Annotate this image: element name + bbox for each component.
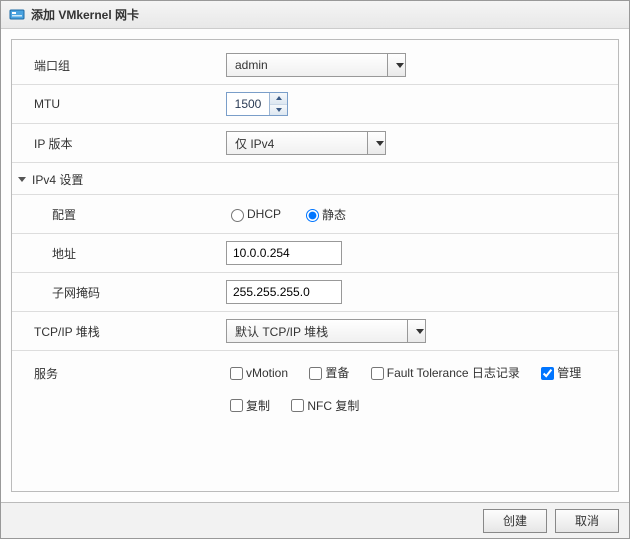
cancel-button[interactable]: 取消 xyxy=(555,509,619,533)
services-group: vMotion 置备 Fault Tolerance 日志记录 管理 xyxy=(222,361,618,420)
row-address: 地址 xyxy=(12,236,618,270)
checkbox-ft-logging-input[interactable] xyxy=(371,367,384,380)
mtu-input[interactable] xyxy=(227,93,269,115)
dialog: 添加 VMkernel 网卡 端口组 admin MTU xyxy=(0,0,630,539)
radio-dhcp-input[interactable] xyxy=(231,209,244,222)
spinner-down-icon[interactable] xyxy=(270,105,287,116)
ipv4-section-header[interactable]: IPv4 设置 xyxy=(12,165,618,192)
tcpip-stack-select[interactable]: 默认 TCP/IP 堆栈 xyxy=(226,319,426,343)
tcpip-stack-value: 默认 TCP/IP 堆栈 xyxy=(235,323,328,340)
label-port-group: 端口组 xyxy=(12,57,222,74)
radio-dhcp-label: DHCP xyxy=(247,207,281,221)
checkbox-vmotion[interactable]: vMotion xyxy=(226,361,288,385)
checkbox-management[interactable]: 管理 xyxy=(537,361,581,385)
vmkernel-nic-icon xyxy=(9,7,25,23)
label-services: 服务 xyxy=(12,361,222,382)
checkbox-ft-logging[interactable]: Fault Tolerance 日志记录 xyxy=(367,361,520,385)
spinner-up-icon[interactable] xyxy=(270,93,287,105)
row-port-group: 端口组 admin xyxy=(12,48,618,82)
address-input[interactable] xyxy=(226,241,342,265)
radio-static-input[interactable] xyxy=(306,209,319,222)
radio-dhcp[interactable]: DHCP xyxy=(226,206,281,222)
radio-static[interactable]: 静态 xyxy=(301,206,346,223)
row-subnet: 子网掩码 xyxy=(12,275,618,309)
create-button[interactable]: 创建 xyxy=(483,509,547,533)
label-mtu: MTU xyxy=(12,97,222,111)
form-panel: 端口组 admin MTU xyxy=(11,39,619,492)
row-config: 配置 DHCP 静态 xyxy=(12,197,618,231)
mtu-spinner[interactable] xyxy=(226,92,288,116)
label-ip-version: IP 版本 xyxy=(12,135,222,152)
ip-version-select[interactable]: 仅 IPv4 xyxy=(226,131,386,155)
chevron-down-icon xyxy=(387,54,405,76)
checkbox-nfc-replication-input[interactable] xyxy=(291,399,304,412)
button-bar: 创建 取消 xyxy=(1,502,629,538)
content: 端口组 admin MTU xyxy=(1,29,629,502)
dialog-title: 添加 VMkernel 网卡 xyxy=(31,6,139,23)
subnet-input[interactable] xyxy=(226,280,342,304)
port-group-select[interactable]: admin xyxy=(226,53,406,77)
label-address: 地址 xyxy=(12,245,222,262)
checkbox-provisioning-input[interactable] xyxy=(309,367,322,380)
checkbox-vmotion-input[interactable] xyxy=(230,367,243,380)
radio-static-label: 静态 xyxy=(322,206,346,223)
ip-version-value: 仅 IPv4 xyxy=(235,135,274,152)
label-subnet: 子网掩码 xyxy=(12,284,222,301)
row-services: 服务 vMotion 置备 Fault Toleranc xyxy=(12,353,618,424)
port-group-value: admin xyxy=(235,58,268,72)
checkbox-management-input[interactable] xyxy=(541,367,554,380)
title-bar: 添加 VMkernel 网卡 xyxy=(1,1,629,29)
row-mtu: MTU xyxy=(12,87,618,121)
chevron-down-icon xyxy=(18,177,26,182)
checkbox-replication-input[interactable] xyxy=(230,399,243,412)
row-tcpip: TCP/IP 堆栈 默认 TCP/IP 堆栈 xyxy=(12,314,618,348)
ipv4-section-label: IPv4 设置 xyxy=(32,171,83,188)
chevron-down-icon xyxy=(367,132,385,154)
label-config: 配置 xyxy=(12,206,222,223)
checkbox-replication[interactable]: 复制 xyxy=(226,394,270,418)
row-ip-version: IP 版本 仅 IPv4 xyxy=(12,126,618,160)
checkbox-provisioning[interactable]: 置备 xyxy=(305,361,349,385)
label-tcpip: TCP/IP 堆栈 xyxy=(12,323,222,340)
chevron-down-icon xyxy=(407,320,425,342)
checkbox-nfc-replication[interactable]: NFC 复制 xyxy=(287,394,359,418)
